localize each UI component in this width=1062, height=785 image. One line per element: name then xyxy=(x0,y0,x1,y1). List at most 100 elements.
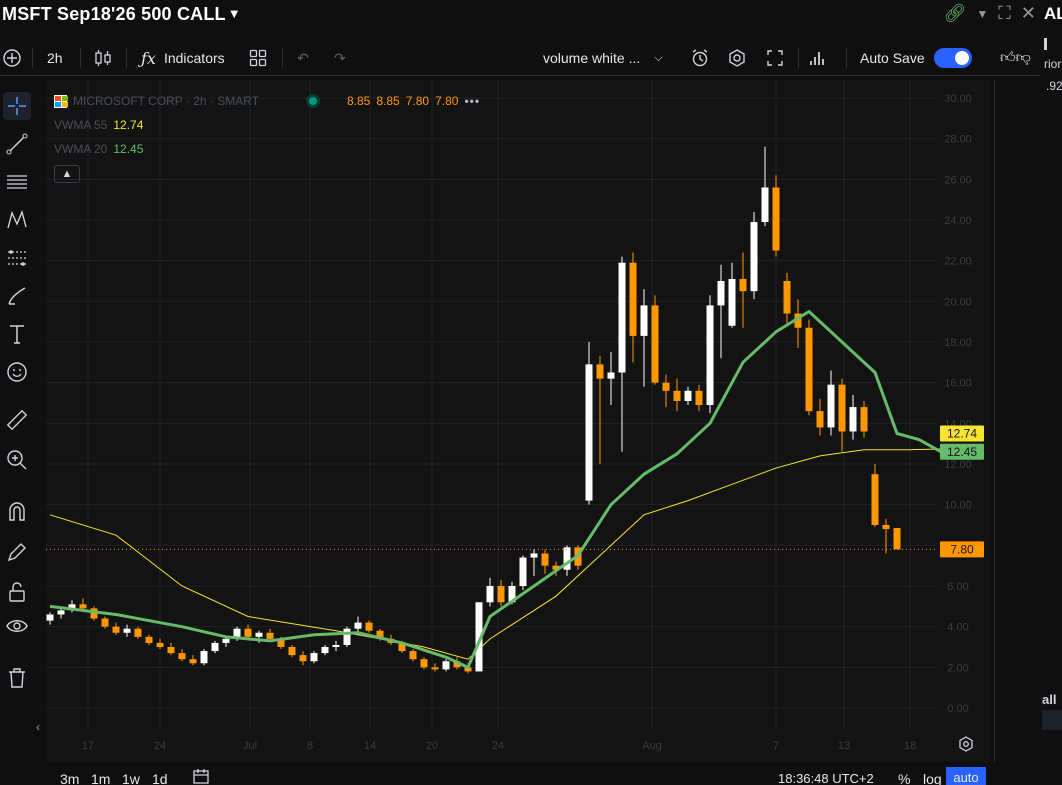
candle-body xyxy=(827,384,835,428)
more-icon[interactable]: ••• xyxy=(464,94,480,108)
pattern-icon xyxy=(7,209,27,229)
trend-line-icon xyxy=(6,133,28,155)
brush-tool[interactable] xyxy=(3,282,31,310)
alert-button[interactable] xyxy=(690,40,710,76)
candle-body xyxy=(145,636,153,643)
bar-chart-icon xyxy=(810,52,824,65)
chevron-down-icon[interactable]: ▼ xyxy=(228,6,241,21)
hide-drawings-tool[interactable] xyxy=(3,612,31,640)
candle-body xyxy=(222,638,230,643)
percent-scale-button[interactable]: % xyxy=(898,771,910,785)
range-1d-button[interactable]: 1d xyxy=(152,771,168,785)
templates-button[interactable] xyxy=(249,40,267,76)
candle-body xyxy=(343,628,351,645)
fib-tool[interactable] xyxy=(3,168,31,196)
ohlc-low: 7.80 xyxy=(405,94,430,108)
price-tick-label: 26.00 xyxy=(944,174,972,186)
interval-button[interactable]: 2h xyxy=(47,40,63,76)
candle-body xyxy=(860,407,868,432)
candle-body xyxy=(420,659,428,668)
range-3m-button[interactable]: 3m xyxy=(60,771,79,785)
ohlc-high: 8.85 xyxy=(376,94,400,108)
emoji-tool[interactable] xyxy=(3,358,31,386)
auto-save-toggle[interactable] xyxy=(934,40,972,76)
function-icon: ƒx xyxy=(141,48,156,68)
close-icon[interactable]: ✕ xyxy=(1021,3,1036,24)
candle-body xyxy=(123,628,131,633)
magnet-icon xyxy=(9,502,25,521)
title-bar: MSFT Sep18'26 500 CALL ▼ 🔗︎ ▼ ⛶ ✕ xyxy=(0,0,1040,30)
date-range-button[interactable] xyxy=(192,767,210,785)
price-tick-label: 22.00 xyxy=(944,256,972,268)
ruler-tool[interactable] xyxy=(3,406,31,434)
time-tick-label: 14 xyxy=(364,740,376,752)
candle-body xyxy=(101,618,109,627)
collapse-toolbar-arrow[interactable]: ‹ xyxy=(36,720,40,734)
candle-body xyxy=(156,642,164,647)
undo-button[interactable]: ↶ xyxy=(297,40,309,76)
forecast-tool[interactable] xyxy=(3,244,31,272)
candle-body xyxy=(497,586,505,603)
fullscreen-button[interactable] xyxy=(766,40,784,76)
time-tick-label: 20 xyxy=(426,740,438,752)
time-tick-label: Jul xyxy=(243,740,257,752)
log-scale-button[interactable]: log xyxy=(923,771,942,785)
lock-drawings-tool[interactable] xyxy=(3,578,31,606)
candle-body xyxy=(618,262,626,373)
auto-scale-button[interactable]: auto xyxy=(946,767,986,785)
time-tick-label: 24 xyxy=(492,740,504,752)
trend-line-tool[interactable] xyxy=(3,130,31,158)
axis-settings-button[interactable] xyxy=(958,736,974,757)
price-tick-label: 4.00 xyxy=(947,622,968,634)
vwma20-label[interactable]: VWMA 20 xyxy=(54,142,107,156)
range-1m-button[interactable]: 1m xyxy=(91,771,110,785)
feedback-button[interactable]: 👍︎👎︎ xyxy=(1000,40,1031,76)
text-tool[interactable] xyxy=(3,320,31,348)
candle-body xyxy=(805,327,813,412)
candle-body xyxy=(673,390,681,401)
vwma55-label[interactable]: VWMA 55 xyxy=(54,118,107,132)
pencil-lock-icon xyxy=(7,543,26,562)
clock[interactable]: 18:36:48 UTC+2 xyxy=(778,771,874,785)
remove-drawings-tool[interactable] xyxy=(3,664,31,692)
edge-text-1: AL xyxy=(1044,4,1062,23)
indicators-button[interactable]: ƒx Indicators xyxy=(141,40,225,76)
chevron-up-icon: ▲ xyxy=(61,168,73,180)
layout-selector[interactable]: volume white ... ⌵ xyxy=(543,40,663,76)
candle-body xyxy=(112,626,120,633)
chart-pane[interactable]: 30.00 28.00 26.00 24.00 22.00 20.00 18.00 16.00… xyxy=(46,80,1028,762)
time-tick-label: 8 xyxy=(307,740,313,752)
price-tick-label: 24.00 xyxy=(944,215,972,227)
price-tick-label: 20.00 xyxy=(944,296,972,308)
candle-body xyxy=(79,604,87,609)
crosshair-tool[interactable] xyxy=(3,92,31,120)
pattern-tool[interactable] xyxy=(3,206,31,234)
settings-button[interactable] xyxy=(727,40,747,76)
zoom-tool[interactable] xyxy=(3,446,31,474)
chevron-down-icon[interactable]: ▼ xyxy=(976,7,988,21)
range-1w-button[interactable]: 1w xyxy=(122,771,140,785)
symbol-description[interactable]: MICROSOFT CORP · 2h · SMART xyxy=(73,94,303,108)
link-icon[interactable]: 🔗︎ xyxy=(944,3,967,24)
legend-collapse-button[interactable]: ▲ xyxy=(54,165,80,183)
candle-body xyxy=(266,632,274,639)
chart-legend: MICROSOFT CORP · 2h · SMART 8.85 8.85 7.… xyxy=(54,89,480,183)
screenshot-button[interactable] xyxy=(808,40,826,76)
add-symbol-button[interactable] xyxy=(2,40,22,76)
redo-button[interactable]: ↷ xyxy=(334,40,346,76)
candle-body xyxy=(409,651,417,660)
maximize-icon[interactable]: ⛶ xyxy=(998,3,1011,24)
candle-body xyxy=(365,622,373,631)
magnet-tool[interactable] xyxy=(3,498,31,526)
symbol-title[interactable]: MSFT Sep18'26 500 CALL ▼ xyxy=(2,4,241,25)
chart-type-button[interactable] xyxy=(94,40,112,76)
candle-body xyxy=(354,622,362,629)
drawing-toolbar: ‹ xyxy=(0,80,40,785)
candle-body xyxy=(893,528,901,550)
price-tick-label: 10.00 xyxy=(944,500,972,512)
fib-lines-icon xyxy=(7,175,27,189)
stay-in-drawing-tool[interactable] xyxy=(3,538,31,566)
edge-text-2: rior xyxy=(1044,57,1062,71)
edge-text-3: .92 xyxy=(1046,79,1062,93)
grid-icon xyxy=(249,49,267,67)
